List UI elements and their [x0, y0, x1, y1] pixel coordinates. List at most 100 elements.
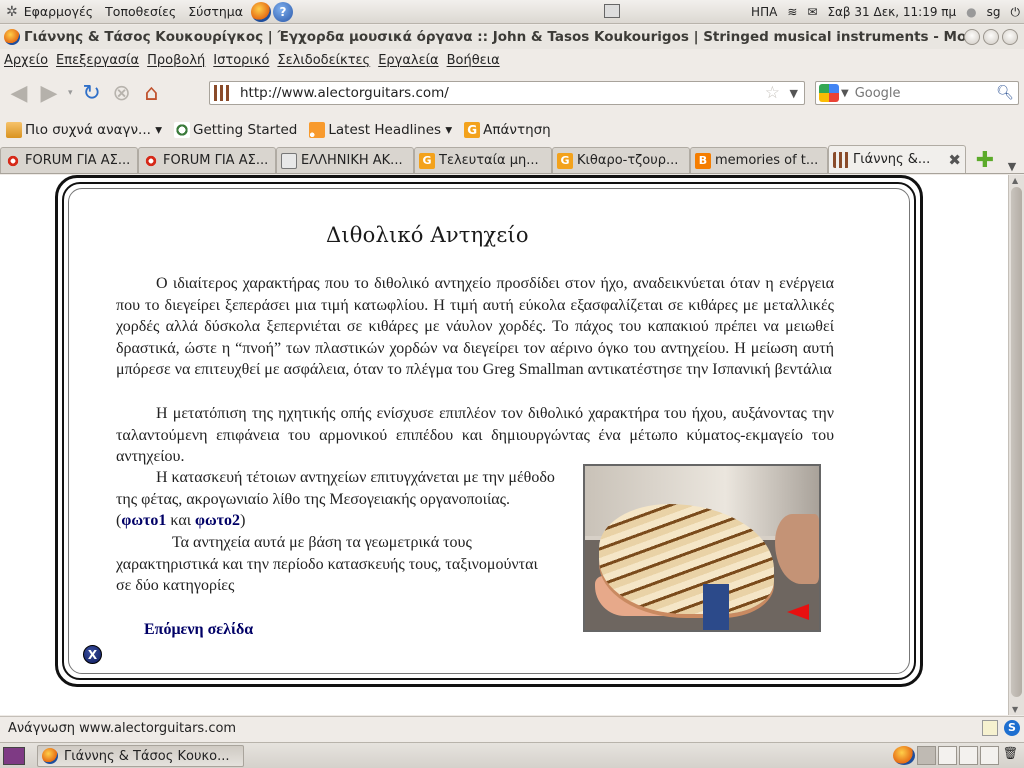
bookmark-most-visited[interactable]: Πιο συχνά αναγν... ▾: [0, 122, 168, 138]
page-content: Διθολικό Αντηχείο Ο ιδιαίτερος χαρακτήρα…: [0, 175, 1008, 715]
search-input[interactable]: [854, 85, 995, 101]
workspace-2[interactable]: [938, 746, 957, 765]
google-engine-icon[interactable]: [819, 84, 839, 102]
search-icon[interactable]: 🔍︎: [996, 85, 1014, 101]
close-tab-icon[interactable]: ✖: [948, 151, 961, 169]
menu-history[interactable]: Ιστορικό: [209, 53, 273, 68]
menu-file[interactable]: Αρχείο: [0, 53, 52, 68]
stop-button[interactable]: ⊗: [107, 78, 137, 108]
scroll-up-icon[interactable]: ▲: [1012, 176, 1018, 185]
trash-icon[interactable]: 🗑: [1001, 746, 1020, 765]
paragraph-3-and: και: [166, 512, 195, 529]
url-bar[interactable]: http://www.alectorguitars.com/ ☆ ▼: [209, 81, 805, 105]
workspace-1[interactable]: [917, 746, 936, 765]
menu-tools[interactable]: Εργαλεία: [374, 53, 442, 68]
skype-icon[interactable]: S: [1004, 720, 1020, 736]
tab-teleftaia[interactable]: G Τελευταία μη...: [414, 147, 552, 173]
tab-kitharo[interactable]: G Κιθαρο-τζουρ...: [552, 147, 690, 173]
url-dropdown-icon[interactable]: ▼: [790, 87, 798, 100]
photo-prev-arrow-icon[interactable]: [787, 604, 809, 620]
vertical-scrollbar[interactable]: ▲ ▼: [1008, 175, 1024, 715]
minimize-button[interactable]: [964, 29, 980, 45]
g-icon: G: [464, 122, 481, 138]
bookmark-latest-headlines[interactable]: Latest Headlines ▾: [303, 122, 458, 138]
chat-icon[interactable]: ●: [966, 5, 976, 19]
scroll-down-icon[interactable]: ▼: [1012, 705, 1018, 714]
menu-view[interactable]: Προβολή: [143, 53, 209, 68]
paragraph-1-text: Ο ιδιαίτερος χαρακτήρας που το διθολικό …: [116, 275, 834, 378]
getting-started-icon: [173, 122, 190, 138]
tab-memories[interactable]: Bmemories of t...: [690, 147, 828, 173]
screen-icon[interactable]: [604, 4, 620, 18]
tab-elliniki[interactable]: ΕΛΛΗΝΙΚΗ ΑΚ...: [276, 147, 414, 173]
maximize-button[interactable]: [983, 29, 999, 45]
user-name[interactable]: sg: [987, 5, 1001, 19]
system-menu[interactable]: Σύστημα: [182, 4, 249, 19]
forward-button[interactable]: ▶: [34, 78, 64, 108]
paragraph-1: Ο ιδιαίτερος χαρακτήρας που το διθολικό …: [116, 273, 834, 381]
photo1-link[interactable]: φωτο1: [121, 512, 166, 529]
wifi-icon[interactable]: ≋: [787, 5, 797, 19]
photo2-link[interactable]: φωτο2: [195, 512, 240, 529]
menu-help[interactable]: Βοήθεια: [443, 53, 504, 68]
scrollbar-thumb[interactable]: [1011, 187, 1022, 697]
next-page-link[interactable]: Επόμενη σελίδα: [144, 621, 253, 639]
close-window-button[interactable]: [1002, 29, 1018, 45]
help-icon[interactable]: ?: [272, 1, 293, 22]
taskbar-window-label: Γιάννης & Τάσος Κουκο...: [64, 748, 230, 764]
workspace-4[interactable]: [980, 746, 999, 765]
bookmark-apantisi[interactable]: G Απάντηση: [458, 122, 557, 138]
close-icon[interactable]: X: [83, 645, 102, 664]
taskbar-firefox-window[interactable]: Γιάννης & Τάσος Κουκο...: [37, 745, 244, 767]
tab-list-dropdown-icon[interactable]: ▼: [1000, 160, 1024, 173]
sun-icon: [5, 152, 21, 169]
window-titlebar[interactable]: Γιάννης & Τάσος Κουκουρίγκος | Έγχορδα μ…: [0, 25, 1024, 49]
top-panel: ✲ Εφαρμογές Τοποθεσίες Σύστημα ? ΗΠΑ ≋ ✉…: [0, 0, 1024, 24]
new-tab-button[interactable]: ✚: [970, 147, 1000, 173]
guitar-construction-photo[interactable]: [583, 464, 821, 632]
places-menu[interactable]: Τοποθεσίες: [99, 4, 182, 19]
tab-strip: FORUM ΓΙΑ ΑΣ... FORUM ΓΙΑ ΑΣ... ΕΛΛΗΝΙΚΗ…: [0, 145, 1024, 174]
tray-firefox-icon[interactable]: [893, 746, 915, 765]
eak-icon: [281, 152, 297, 169]
home-button[interactable]: ⌂: [137, 78, 167, 108]
page-title: Διθολικό Αντηχείο: [326, 223, 529, 247]
bookmarks-toolbar: Πιο συχνά αναγν... ▾ Getting Started Lat…: [0, 116, 1024, 144]
search-engine-dropdown-icon[interactable]: ▼: [841, 88, 849, 99]
status-bar: Ανάγνωση www.alectorguitars.com S: [0, 716, 1024, 740]
firefox-icon: [4, 29, 20, 45]
menu-bookmarks[interactable]: Σελιδοδείκτες: [273, 53, 374, 68]
history-dropdown-icon[interactable]: ▾: [68, 88, 73, 98]
bookmark-getting-started[interactable]: Getting Started: [168, 122, 303, 138]
menu-edit[interactable]: Επεξεργασία: [52, 53, 143, 68]
tab-forum-2[interactable]: FORUM ΓΙΑ ΑΣ...: [138, 147, 276, 173]
status-text: Ανάγνωση www.alectorguitars.com: [8, 721, 237, 736]
rss-icon: [309, 122, 326, 138]
paragraph-2-text: Η μετατόπιση της ηχητικής οπής ενίσχυσε …: [116, 405, 834, 465]
sun-icon: [143, 152, 159, 169]
paragraph-3: Η κατασκευή τέτοιων αντηχείων επιτυγχάνε…: [116, 467, 556, 532]
navigation-toolbar: ◀ ▶ ▾ ↻ ⊗ ⌂ http://www.alectorguitars.co…: [0, 72, 1024, 114]
applications-menu[interactable]: Εφαρμογές: [18, 4, 99, 19]
clock[interactable]: Σαβ 31 Δεκ, 11:19 πμ: [827, 5, 956, 19]
search-bar[interactable]: ▼ 🔍︎: [815, 81, 1019, 105]
bookmark-star-icon[interactable]: ☆: [765, 83, 780, 103]
power-icon[interactable]: ⏻: [1011, 5, 1021, 20]
g-icon: G: [419, 152, 435, 169]
mail-icon[interactable]: ✉: [807, 5, 817, 19]
site-identity-icon[interactable]: [214, 85, 234, 101]
workspace-switcher: 🗑: [915, 746, 1020, 765]
keyboard-layout[interactable]: ΗΠΑ: [751, 5, 777, 19]
reload-button[interactable]: ↻: [77, 78, 107, 108]
back-button[interactable]: ◀: [4, 78, 34, 108]
firefox-launcher-icon[interactable]: [250, 1, 271, 22]
show-desktop-icon[interactable]: [3, 746, 25, 765]
menubar: Αρχείο Επεξεργασία Προβολή Ιστορικό Σελι…: [0, 50, 1024, 70]
workspace-3[interactable]: [959, 746, 978, 765]
firefox-icon: [42, 748, 58, 764]
ubuntu-logo-icon[interactable]: ✲: [6, 4, 18, 20]
tab-forum-1[interactable]: FORUM ΓΙΑ ΑΣ...: [0, 147, 138, 173]
tab-active-giannis[interactable]: Γιάννης &... ✖: [828, 145, 966, 173]
url-text[interactable]: http://www.alectorguitars.com/: [240, 85, 449, 101]
notes-icon[interactable]: [982, 720, 998, 736]
